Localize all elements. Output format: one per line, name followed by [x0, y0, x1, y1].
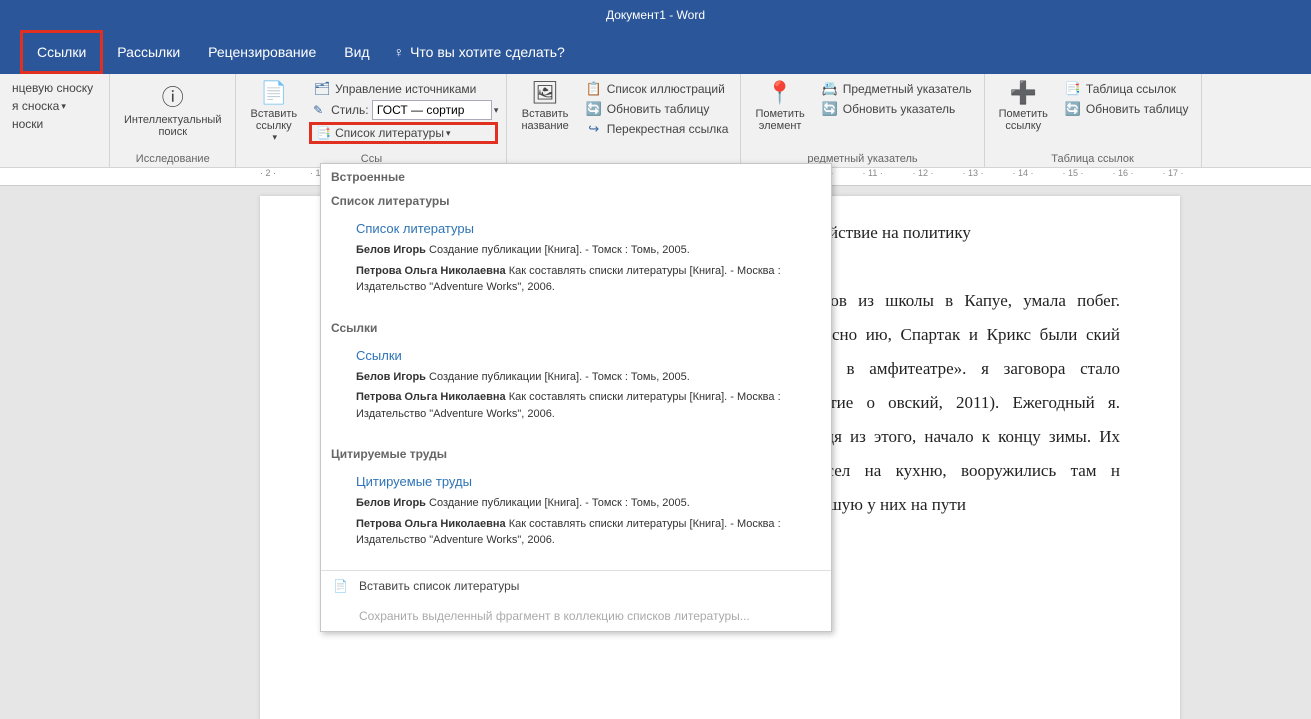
- index-icon: 📇: [821, 81, 839, 97]
- manage-sources-button[interactable]: 🗂 Управление источниками: [309, 80, 498, 98]
- smart-lookup-button[interactable]: ⓘ Интеллектуальный поиск: [118, 78, 227, 140]
- group-label-research: Исследование: [118, 151, 227, 167]
- dropdown-section-heading: Ссылки: [321, 317, 831, 341]
- tab-mailings[interactable]: Рассылки: [103, 30, 194, 74]
- dropdown-builtin-header: Встроенные: [321, 164, 831, 190]
- chevron-down-icon: ▾: [273, 132, 278, 143]
- tab-references[interactable]: Ссылки: [20, 30, 103, 74]
- preview-title: Ссылки: [356, 348, 812, 363]
- style-icon: ✎: [309, 103, 327, 117]
- show-notes-button[interactable]: носки: [8, 116, 97, 132]
- update-index-button[interactable]: 🔄Обновить указатель: [817, 100, 976, 118]
- window-title: Документ1 - Word: [606, 8, 705, 22]
- group-index: 📍 Пометить элемент 📇Предметный указатель…: [741, 74, 984, 167]
- bibliography-option-bibliography[interactable]: Список литературы Белов Игорь Создание п…: [351, 214, 817, 307]
- crossref-icon: ↪: [585, 121, 603, 137]
- refresh-icon: 🔄: [585, 101, 603, 117]
- bibliography-icon: 📑: [316, 126, 331, 140]
- mark-citation-button[interactable]: ➕ Пометить ссылку: [993, 78, 1054, 134]
- group-research: ⓘ Интеллектуальный поиск Исследование: [110, 74, 236, 167]
- ribbon-tabs: Ссылки Рассылки Рецензирование Вид ♀ Что…: [0, 30, 1311, 74]
- preview-title: Цитируемые труды: [356, 474, 812, 489]
- tab-view[interactable]: Вид: [330, 30, 383, 74]
- table-of-figures-button[interactable]: 📋Список иллюстраций: [581, 80, 733, 98]
- group-captions: 🖼 Вставить название 📋Список иллюстраций …: [507, 74, 741, 167]
- lightbulb-icon: ♀: [394, 44, 405, 60]
- mark-entry-icon: 📍: [766, 80, 793, 106]
- list-icon: 📋: [585, 81, 603, 97]
- citation-style-selector[interactable]: ✎ Стиль: ▾: [309, 100, 498, 120]
- caption-icon: 🖼: [531, 80, 559, 106]
- toa-icon: 📑: [1064, 81, 1082, 97]
- chevron-down-icon: ▾: [494, 105, 499, 116]
- bibliography-button[interactable]: 📑 Список литературы ▾: [309, 122, 498, 144]
- title-bar: Документ1 - Word: [0, 0, 1311, 30]
- preview-entry: Белов Игорь Создание публикации [Книга].…: [356, 495, 812, 512]
- preview-entry: Петрова Ольга Николаевна Как составлять …: [356, 389, 812, 422]
- mark-citation-icon: ➕: [1010, 80, 1037, 106]
- insert-endnote-button[interactable]: нцевую сноску: [8, 80, 97, 96]
- tab-review[interactable]: Рецензирование: [194, 30, 330, 74]
- group-citations: 📄 Вставить ссылку▾ 🗂 Управление источник…: [236, 74, 507, 167]
- insert-citation-button[interactable]: 📄 Вставить ссылку▾: [244, 78, 303, 145]
- mark-index-entry-button[interactable]: 📍 Пометить элемент: [749, 78, 810, 134]
- next-footnote-button[interactable]: я сноска▾: [8, 98, 97, 114]
- chevron-down-icon: ▾: [61, 101, 66, 112]
- refresh-icon: 🔄: [821, 101, 839, 117]
- ribbon: нцевую сноску я сноска▾ носки ⓘ Интеллек…: [0, 74, 1311, 168]
- group-label-toa: Таблица ссылок: [993, 151, 1193, 167]
- cross-reference-button[interactable]: ↪Перекрестная ссылка: [581, 120, 733, 138]
- save-selection-item: Сохранить выделенный фрагмент в коллекци…: [321, 601, 831, 631]
- bibliography-option-works-cited[interactable]: Цитируемые труды Белов Игорь Создание пу…: [351, 467, 817, 560]
- preview-title: Список литературы: [356, 221, 812, 236]
- preview-entry: Петрова Ольга Николаевна Как составлять …: [356, 263, 812, 296]
- bibliography-option-references[interactable]: Ссылки Белов Игорь Создание публикации […: [351, 341, 817, 434]
- update-table-button[interactable]: 🔄Обновить таблицу: [581, 100, 733, 118]
- group-footnotes: нцевую сноску я сноска▾ носки: [0, 74, 110, 167]
- preview-entry: Белов Игорь Создание публикации [Книга].…: [356, 369, 812, 386]
- tell-me-search[interactable]: ♀ Что вы хотите сделать?: [394, 30, 565, 74]
- group-toa: ➕ Пометить ссылку 📑Таблица ссылок 🔄Обнов…: [985, 74, 1202, 167]
- dropdown-section-heading: Цитируемые труды: [321, 443, 831, 467]
- insert-toa-button[interactable]: 📑Таблица ссылок: [1060, 80, 1193, 98]
- insert-icon: 📄: [333, 579, 353, 593]
- sources-icon: 🗂: [313, 81, 331, 97]
- refresh-icon: 🔄: [1064, 101, 1082, 117]
- insert-index-button[interactable]: 📇Предметный указатель: [817, 80, 976, 98]
- dropdown-section-heading: Список литературы: [321, 190, 831, 214]
- info-icon: ⓘ: [162, 80, 184, 112]
- insert-caption-button[interactable]: 🖼 Вставить название: [515, 78, 574, 134]
- update-toa-button[interactable]: 🔄Обновить таблицу: [1060, 100, 1193, 118]
- insert-bibliography-item[interactable]: 📄 Вставить список литературы: [321, 571, 831, 601]
- citation-style-input[interactable]: [372, 100, 492, 120]
- chevron-down-icon: ▾: [446, 128, 451, 139]
- preview-entry: Белов Игорь Создание публикации [Книга].…: [356, 242, 812, 259]
- preview-entry: Петрова Ольга Николаевна Как составлять …: [356, 516, 812, 549]
- bibliography-dropdown: Встроенные Список литературы Список лите…: [320, 163, 832, 632]
- dropdown-footer: 📄 Вставить список литературы Сохранить в…: [321, 570, 831, 631]
- citation-icon: 📄: [260, 80, 287, 106]
